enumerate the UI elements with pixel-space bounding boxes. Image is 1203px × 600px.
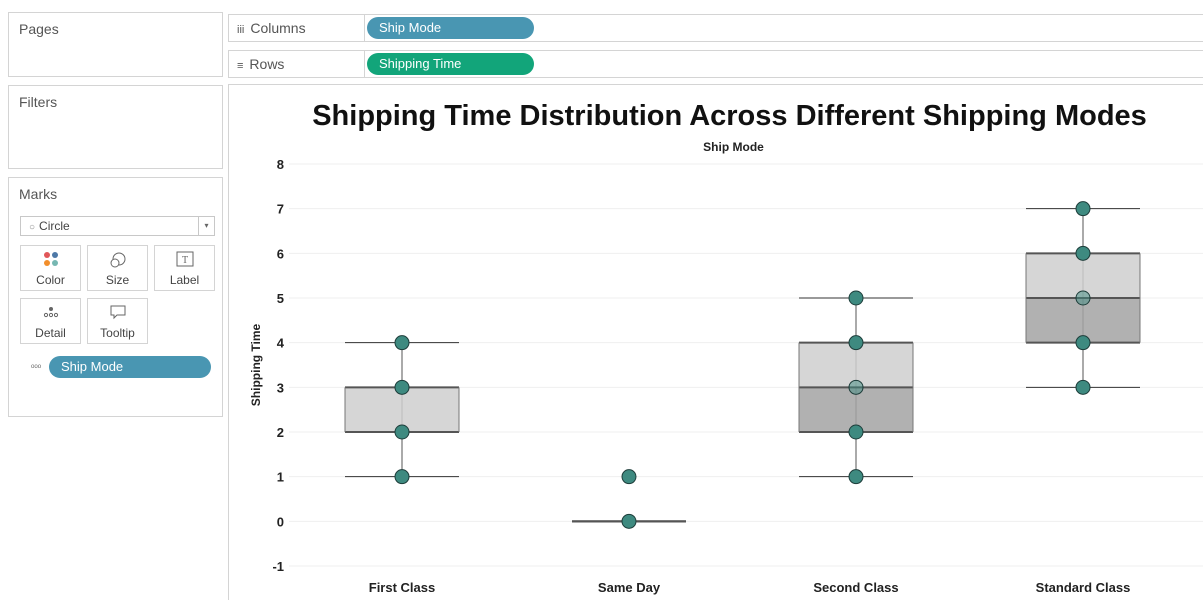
pages-card: Pages <box>8 12 223 77</box>
tooltip-label: Tooltip <box>100 326 135 340</box>
x-tick-label: Standard Class <box>1036 580 1131 595</box>
y-tick-label: 2 <box>277 425 284 440</box>
rows-shelf-label: ≡ Rows <box>229 51 365 77</box>
shipping-time-row-pill-label: Shipping Time <box>379 56 462 71</box>
size-label: Size <box>105 273 130 287</box>
mark-type-value: Circle <box>39 219 70 233</box>
size-button[interactable]: Size <box>87 245 148 291</box>
rows-label: Rows <box>249 56 285 72</box>
filters-label: Filters <box>19 94 58 110</box>
data-point <box>621 469 637 485</box>
y-tick-label: 4 <box>277 336 285 351</box>
data-point <box>1075 290 1091 306</box>
rows-shelf[interactable]: ≡ Rows Shipping Time <box>228 50 1203 78</box>
label-label: Label <box>169 273 200 287</box>
data-point <box>1075 335 1091 351</box>
y-tick-label: 7 <box>277 202 284 217</box>
y-tick-label: 1 <box>277 470 284 485</box>
chart-title: Shipping Time Distribution Across Differ… <box>312 100 1147 132</box>
columns-shelf-label: iii Columns <box>229 15 365 41</box>
detail-button[interactable]: Detail <box>20 298 81 344</box>
ship-mode-column-pill[interactable]: Ship Mode <box>367 17 534 39</box>
viz-area: Shipping Time Distribution Across Differ… <box>228 84 1203 600</box>
pages-label: Pages <box>19 21 59 37</box>
filters-card[interactable]: Filters <box>8 85 223 169</box>
ship-mode-column-pill-label: Ship Mode <box>379 20 442 35</box>
y-tick-label: 0 <box>277 514 284 529</box>
marks-card: Marks ○ Circle ▾ Color Size T Label Detai… <box>8 177 223 417</box>
tooltip-icon <box>88 304 147 326</box>
box-plot-chart: Shipping Time Distribution Across Differ… <box>249 100 1203 595</box>
tooltip-button[interactable]: Tooltip <box>87 298 148 344</box>
marks-label: Marks <box>19 186 58 202</box>
data-point <box>1075 245 1091 261</box>
column-header: Ship Mode <box>703 140 764 154</box>
mark-type-dropdown[interactable]: ○ Circle ▾ <box>20 216 215 236</box>
ship-mode-detail-pill-label: Ship Mode <box>61 359 124 374</box>
y-tick-label: -1 <box>272 559 284 574</box>
data-point <box>394 335 410 351</box>
detail-label: Detail <box>35 326 66 340</box>
color-label: Color <box>36 273 65 287</box>
columns-icon: iii <box>237 24 245 36</box>
data-point <box>1075 379 1091 395</box>
circle-icon: ○ <box>29 222 36 233</box>
y-tick-label: 5 <box>277 291 284 306</box>
y-tick-label: 8 <box>277 157 284 172</box>
data-point <box>1075 201 1091 217</box>
detail-icon <box>21 304 80 326</box>
x-tick-label: First Class <box>369 580 435 595</box>
size-icon <box>88 251 147 273</box>
columns-shelf[interactable]: iii Columns Ship Mode <box>228 14 1203 42</box>
data-point <box>848 379 864 395</box>
data-point <box>394 379 410 395</box>
color-button[interactable]: Color <box>20 245 81 291</box>
data-point <box>848 335 864 351</box>
color-icon <box>21 251 80 273</box>
y-tick-label: 6 <box>277 246 284 261</box>
data-point <box>848 290 864 306</box>
x-tick-label: Second Class <box>813 580 898 595</box>
data-point <box>621 513 637 529</box>
data-point <box>848 469 864 485</box>
chevron-down-icon: ▾ <box>198 217 214 235</box>
shipping-time-row-pill[interactable]: Shipping Time <box>367 53 534 75</box>
label-button[interactable]: T Label <box>154 245 215 291</box>
ship-mode-detail-pill[interactable]: Ship Mode <box>49 356 211 378</box>
y-axis-label: Shipping Time <box>249 323 263 406</box>
detail-field-icon: ᵒᵒᵒ <box>31 362 42 372</box>
x-tick-label: Same Day <box>598 580 661 595</box>
data-point <box>394 469 410 485</box>
text-label-icon: T <box>155 251 214 273</box>
y-tick-label: 3 <box>277 380 284 395</box>
data-point <box>394 424 410 440</box>
rows-icon: ≡ <box>237 60 244 72</box>
data-point <box>848 424 864 440</box>
svg-text:T: T <box>181 255 187 266</box>
columns-label: Columns <box>250 20 306 36</box>
